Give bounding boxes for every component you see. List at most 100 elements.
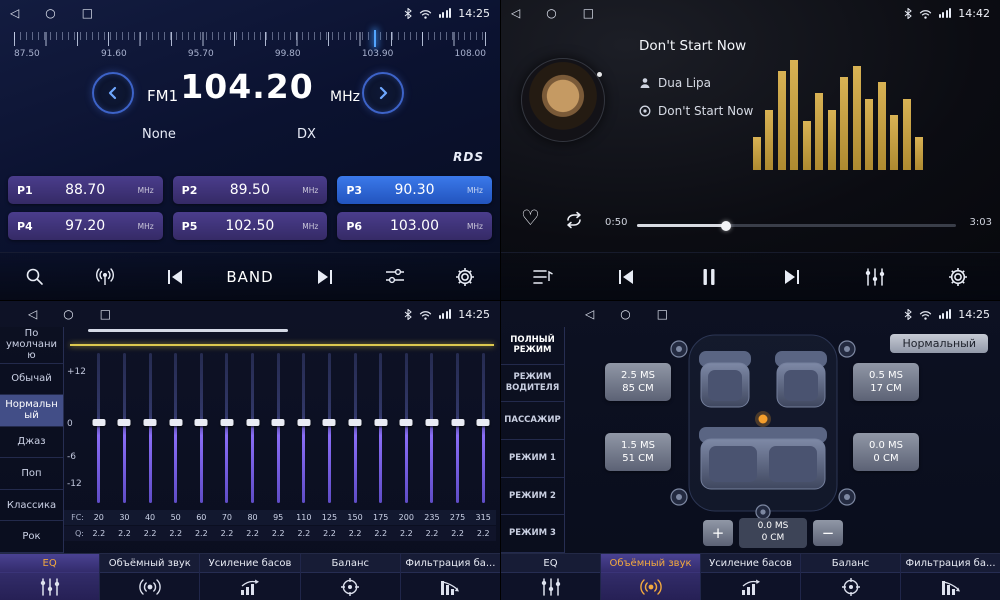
eq-preset-pop[interactable]: Поп: [0, 458, 63, 490]
delay-front-left[interactable]: 2.5 MS 85 CM: [605, 363, 671, 401]
delay-decrease-button[interactable]: −: [813, 520, 843, 546]
progress-bar[interactable]: [637, 224, 956, 227]
delay-front-right[interactable]: 0.5 MS 17 CM: [853, 363, 919, 401]
slider-handle[interactable]: [272, 419, 285, 426]
tune-up-button[interactable]: [362, 72, 404, 114]
slider-handle[interactable]: [349, 419, 362, 426]
previous-track-button[interactable]: [603, 259, 649, 295]
eq-band-slider[interactable]: [394, 353, 420, 503]
slider-handle[interactable]: [246, 419, 259, 426]
home-icon[interactable]: ○: [63, 307, 73, 321]
pause-button[interactable]: [686, 259, 732, 295]
home-icon[interactable]: ○: [45, 6, 55, 20]
preset-p6[interactable]: P6 103.00 MHz: [337, 212, 492, 240]
eq-band-slider[interactable]: [445, 353, 471, 503]
tab-filter[interactable]: Фильтрация ба...: [901, 554, 1000, 600]
eq-preset-classic[interactable]: Классика: [0, 490, 63, 522]
back-icon[interactable]: ◁: [10, 6, 19, 20]
slider-handle[interactable]: [425, 419, 438, 426]
slider-handle[interactable]: [374, 419, 387, 426]
tab-bass-boost[interactable]: Усиление басов: [200, 554, 300, 600]
preset-p1[interactable]: P1 88.70 MHz: [8, 176, 163, 204]
next-station-button[interactable]: [302, 259, 348, 295]
eq-band-slider[interactable]: [163, 353, 189, 503]
eq-scroll-indicator[interactable]: [88, 329, 288, 332]
eq-preset-default[interactable]: По умолчанию: [0, 327, 63, 364]
mode-passenger[interactable]: ПАССАЖИР: [501, 402, 564, 440]
eq-preset-rock[interactable]: Рок: [0, 521, 63, 553]
home-icon[interactable]: ○: [546, 6, 556, 20]
back-icon[interactable]: ◁: [28, 307, 37, 321]
slider-handle[interactable]: [297, 419, 310, 426]
preset-p3[interactable]: P3 90.30 MHz: [337, 176, 492, 204]
eq-preset-custom[interactable]: Обычай: [0, 364, 63, 396]
back-icon[interactable]: ◁: [511, 6, 520, 20]
slider-handle[interactable]: [169, 419, 182, 426]
sound-profile-button[interactable]: Нормальный: [890, 334, 988, 353]
slider-handle[interactable]: [118, 419, 131, 426]
delay-rear-right[interactable]: 0.0 MS 0 CM: [853, 433, 919, 471]
delay-increase-button[interactable]: +: [703, 520, 733, 546]
delay-rear-left[interactable]: 1.5 MS 51 CM: [605, 433, 671, 471]
eq-preset-jazz[interactable]: Джаз: [0, 427, 63, 459]
slider-handle[interactable]: [92, 419, 105, 426]
next-track-button[interactable]: [769, 259, 815, 295]
eq-band-slider[interactable]: [137, 353, 163, 503]
slider-handle[interactable]: [451, 419, 464, 426]
eq-band-slider[interactable]: [86, 353, 112, 503]
prev-station-button[interactable]: [152, 259, 198, 295]
slider-handle[interactable]: [144, 419, 157, 426]
eq-band-slider[interactable]: [342, 353, 368, 503]
preset-p4[interactable]: P4 97.20 MHz: [8, 212, 163, 240]
eq-band-slider[interactable]: [265, 353, 291, 503]
tab-balance[interactable]: Баланс: [801, 554, 901, 600]
recents-icon[interactable]: □: [583, 6, 594, 20]
scan-button[interactable]: [12, 259, 58, 295]
eq-band-slider[interactable]: [112, 353, 138, 503]
slider-handle[interactable]: [195, 419, 208, 426]
eq-band-slider[interactable]: [291, 353, 317, 503]
progress-knob[interactable]: [721, 221, 731, 231]
eq-band-slider[interactable]: [368, 353, 394, 503]
settings-button[interactable]: [442, 259, 488, 295]
mode-1[interactable]: РЕЖИМ 1: [501, 440, 564, 478]
recents-icon[interactable]: □: [82, 6, 93, 20]
band-button[interactable]: BAND: [222, 259, 277, 295]
recents-icon[interactable]: □: [657, 307, 668, 321]
slider-handle[interactable]: [400, 419, 413, 426]
tab-eq[interactable]: EQ: [501, 554, 601, 600]
tune-down-button[interactable]: [92, 72, 134, 114]
tab-surround[interactable]: Объёмный звук: [601, 554, 701, 600]
tab-filter[interactable]: Фильтрация ба...: [401, 554, 500, 600]
eq-band-slider[interactable]: [214, 353, 240, 503]
eq-band-slider[interactable]: [419, 353, 445, 503]
mode-2[interactable]: РЕЖИМ 2: [501, 478, 564, 516]
equalizer-button[interactable]: [852, 259, 898, 295]
tab-eq[interactable]: EQ: [0, 554, 100, 600]
preset-p5[interactable]: P5 102.50 MHz: [173, 212, 328, 240]
broadcast-button[interactable]: [82, 259, 128, 295]
eq-band-slider[interactable]: [317, 353, 343, 503]
settings-button[interactable]: [935, 259, 981, 295]
recents-icon[interactable]: □: [100, 307, 111, 321]
favorite-button[interactable]: ♡: [521, 206, 540, 230]
preset-p2[interactable]: P2 89.50 MHz: [173, 176, 328, 204]
eq-preset-normal[interactable]: Нормальный: [0, 395, 63, 427]
eq-band-slider[interactable]: [240, 353, 266, 503]
mode-driver[interactable]: РЕЖИМ ВОДИТЕЛЯ: [501, 365, 564, 403]
repeat-button[interactable]: [563, 211, 585, 233]
eq-band-slider[interactable]: [189, 353, 215, 503]
tab-balance[interactable]: Баланс: [301, 554, 401, 600]
playlist-button[interactable]: [520, 259, 566, 295]
tuner-settings-button[interactable]: [372, 259, 418, 295]
slider-handle[interactable]: [323, 419, 336, 426]
back-icon[interactable]: ◁: [585, 307, 594, 321]
slider-handle[interactable]: [477, 419, 490, 426]
home-icon[interactable]: ○: [620, 307, 630, 321]
tab-surround[interactable]: Объёмный звук: [100, 554, 200, 600]
eq-band-slider[interactable]: [470, 353, 496, 503]
slider-handle[interactable]: [220, 419, 233, 426]
mode-full[interactable]: ПОЛНЫЙ РЕЖИМ: [501, 327, 564, 365]
mode-3[interactable]: РЕЖИМ 3: [501, 515, 564, 553]
tab-bass-boost[interactable]: Усиление басов: [701, 554, 801, 600]
